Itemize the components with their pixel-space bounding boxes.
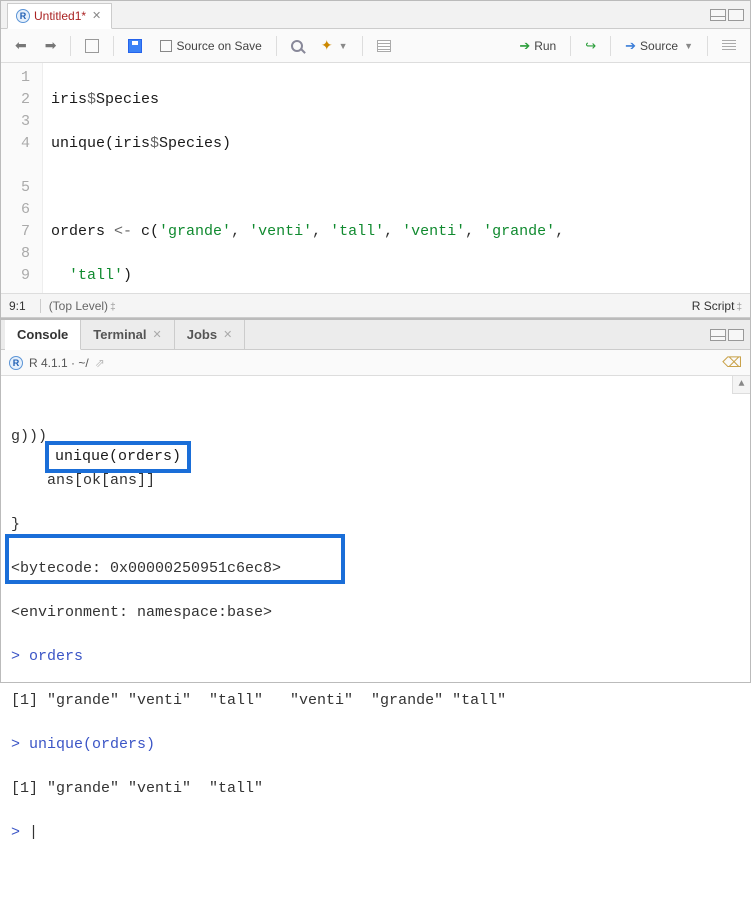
scroll-up-button[interactable]: ▲ [732,376,750,394]
checkbox-icon [160,40,172,52]
source-on-save-label: Source on Save [176,39,261,53]
rerun-icon: ↪ [585,38,596,54]
console-pane: Console Terminal✕ Jobs✕ R R 4.1.1 · ~/ ⇗… [1,318,750,916]
rerun-button[interactable]: ↪ [579,36,602,56]
pane-window-controls[interactable] [710,9,750,21]
arrow-right-icon: ➡ [45,37,57,54]
outline-button[interactable] [716,38,742,54]
chevron-down-icon: ▼ [684,41,693,51]
run-icon: ➔ [519,38,530,54]
run-label: Run [534,39,556,53]
editor-statusbar: 9:1 (Top Level)‡ R Script‡ [1,293,750,317]
cursor-position: 9:1 [9,299,26,313]
editor-tab[interactable]: R Untitled1* ✕ [7,3,112,29]
tab-terminal[interactable]: Terminal✕ [81,320,174,349]
arrow-left-icon: ⬅ [15,37,27,54]
tab-jobs[interactable]: Jobs✕ [175,320,246,349]
maximize-icon[interactable] [728,9,744,21]
code-editor[interactable]: 1 2 3 4 5 6 7 8 9 iris$Species unique(ir… [1,63,750,293]
show-in-new-window-button[interactable] [79,37,105,55]
source-label: Source [640,39,678,53]
console-output[interactable]: ▲ g))) ans[ok[ans]] } <bytecode: 0x00000… [1,376,750,916]
editor-tab-title: Untitled1* [34,9,86,23]
source-icon: ➔ [625,38,636,54]
scope-selector[interactable]: (Top Level)‡ [40,299,116,313]
editor-tabbar: R Untitled1* ✕ [1,1,750,29]
tab-console[interactable]: Console [5,320,81,350]
save-icon [128,39,142,53]
line-gutter: 1 2 3 4 5 6 7 8 9 [1,63,43,293]
nav-fwd-button[interactable]: ➡ [39,35,63,56]
find-button[interactable] [285,38,309,54]
compile-report-button[interactable] [371,38,397,54]
editor-toolbar: ⬅ ➡ Source on Save ✦▼ ➔Run ↪ ➔Source▼ [1,29,750,63]
code-area[interactable]: iris$Species unique(iris$Species) orders… [43,63,572,293]
pane-window-controls[interactable] [710,329,750,341]
source-on-save-toggle[interactable]: Source on Save [154,37,267,55]
close-icon[interactable]: ✕ [223,328,232,341]
r-logo-icon: R [9,356,23,370]
session-popout-icon[interactable]: ⇗ [95,356,105,370]
document-icon [377,40,391,52]
maximize-icon[interactable] [728,329,744,341]
console-tabbar: Console Terminal✕ Jobs✕ [1,320,750,350]
editor-pane: R Untitled1* ✕ ⬅ ➡ Source on Save ✦▼ ➔Ru… [1,1,750,318]
save-button[interactable] [122,37,148,55]
r-file-icon: R [16,9,30,23]
close-icon[interactable]: ✕ [153,328,162,341]
wand-icon: ✦ [321,37,333,54]
console-subbar: R R 4.1.1 · ~/ ⇗ ⌫ [1,350,750,376]
source-button[interactable]: ➔ Source ▼ [619,36,699,56]
minimize-icon[interactable] [710,329,726,341]
run-button[interactable]: ➔ Run [513,36,562,56]
r-version-label: R 4.1.1 · ~/ [29,356,89,370]
popout-icon [85,39,99,53]
clear-console-button[interactable]: ⌫ [722,354,742,371]
minimize-icon[interactable] [710,9,726,21]
search-icon [291,40,303,52]
nav-back-button[interactable]: ⬅ [9,35,33,56]
close-icon[interactable]: ✕ [90,9,103,22]
code-tools-button[interactable]: ✦▼ [315,35,354,56]
chevron-down-icon: ▼ [339,41,348,51]
outline-icon [722,40,736,52]
language-mode[interactable]: R Script‡ [692,299,742,313]
